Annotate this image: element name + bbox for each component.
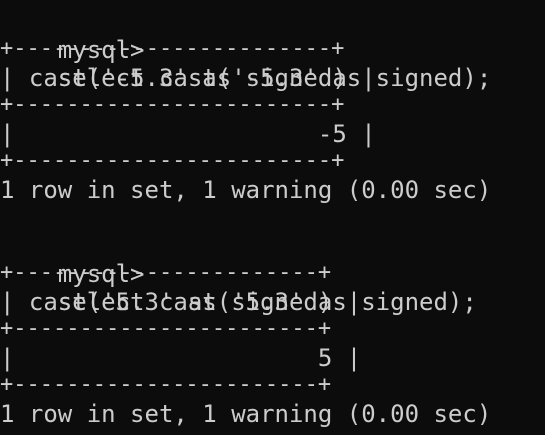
table-border-top: +------------------------+ <box>0 36 345 61</box>
table-header: | cast('-5.3' as signed) | <box>0 64 376 92</box>
table-border-bottom: +-----------------------+ <box>0 372 332 397</box>
table-border-bottom: +------------------------+ <box>0 148 345 173</box>
terminal-window[interactable]: mysql> select cast('-5.3' as signed); +-… <box>0 0 545 435</box>
table-header: | cast('5.3' as signed) | <box>0 288 362 316</box>
table-value-row: | -5 | <box>0 120 376 148</box>
query-summary: 1 row in set, 1 warning (0.00 sec) <box>0 176 492 204</box>
command-line: mysql> select cast('5.3' as signed); <box>0 232 477 316</box>
table-border-middle: +------------------------+ <box>0 92 345 117</box>
table-border-middle: +-----------------------+ <box>0 316 332 341</box>
table-value-row: | 5 | <box>0 344 362 372</box>
table-border-top: +-----------------------+ <box>0 260 332 285</box>
query-summary: 1 row in set, 1 warning (0.00 sec) <box>0 400 492 428</box>
command-line: mysql> select cast('-5.3' as signed); <box>0 8 491 92</box>
